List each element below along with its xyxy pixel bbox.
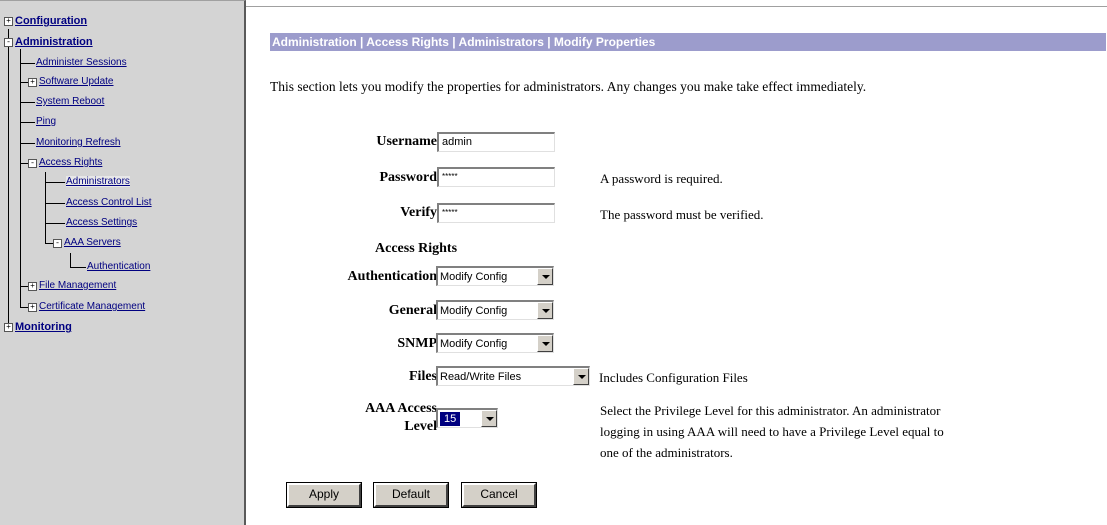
snmp-label: SNMP: [397, 336, 437, 351]
chevron-down-icon[interactable]: [537, 268, 553, 285]
divider: [246, 6, 1107, 7]
tree-item-certificate-management[interactable]: + Certificate Management: [28, 300, 145, 314]
tree-line: [70, 253, 71, 267]
expand-icon[interactable]: +: [28, 282, 37, 291]
tree-item-access-settings[interactable]: Access Settings: [66, 216, 137, 230]
snmp-select[interactable]: Modify Config: [436, 333, 554, 353]
authentication-label: Authentication: [347, 269, 437, 284]
tree-item-software-update[interactable]: + Software Update: [28, 75, 114, 89]
files-select[interactable]: Read/Write Files: [436, 366, 590, 386]
tree-item-ping[interactable]: Ping: [36, 115, 56, 129]
files-note: Includes Configuration Files: [599, 370, 748, 385]
files-label: Files: [409, 369, 437, 384]
tree-item-file-management[interactable]: + File Management: [28, 279, 116, 293]
tree-item-monitoring[interactable]: + Monitoring: [4, 320, 72, 334]
tree-item-authentication[interactable]: Authentication: [87, 260, 150, 274]
aaa-note: Select the Privilege Level for this admi…: [600, 403, 944, 460]
access-rights-heading: Access Rights: [375, 241, 458, 256]
expand-icon[interactable]: +: [28, 303, 37, 312]
content-panel: Administration | Access Rights | Adminis…: [246, 0, 1107, 525]
tree-item-aaa-servers[interactable]: - AAA Servers: [53, 236, 121, 250]
general-select[interactable]: Modify Config: [436, 300, 554, 320]
cancel-button[interactable]: Cancel: [461, 482, 537, 508]
chevron-down-icon[interactable]: [573, 368, 589, 385]
password-note: A password is required.: [600, 171, 723, 186]
tree-item-administration[interactable]: - Administration: [4, 35, 93, 49]
chevron-down-icon[interactable]: [481, 410, 497, 427]
password-label: Password: [379, 170, 437, 185]
chevron-down-icon[interactable]: [537, 335, 553, 352]
expand-icon[interactable]: +: [4, 17, 13, 26]
username-field[interactable]: admin: [437, 132, 555, 152]
username-label: Username: [376, 134, 437, 149]
chevron-down-icon[interactable]: [537, 302, 553, 319]
collapse-icon[interactable]: -: [4, 38, 13, 47]
collapse-icon[interactable]: -: [28, 159, 37, 168]
tree-item-access-rights[interactable]: - Access Rights: [28, 156, 102, 170]
tree-item-administrators[interactable]: Administrators: [66, 175, 130, 189]
navigation-tree: + Configuration - Administration Adminis…: [0, 0, 246, 525]
verify-password-field[interactable]: *****: [437, 203, 555, 223]
apply-button[interactable]: Apply: [286, 482, 362, 508]
tree-line: [20, 49, 21, 307]
tree-item-access-control-list[interactable]: Access Control List: [66, 196, 152, 210]
tree-item-administer-sessions[interactable]: Administer Sessions: [36, 56, 127, 70]
aaa-level-label: Level: [404, 419, 437, 434]
tree-line: [8, 29, 9, 327]
general-label: General: [388, 303, 437, 318]
tree-item-system-reboot[interactable]: System Reboot: [36, 95, 104, 109]
tree-item-monitoring-refresh[interactable]: Monitoring Refresh: [36, 136, 120, 150]
verify-label: Verify: [400, 205, 437, 220]
tree-item-configuration[interactable]: + Configuration: [4, 14, 87, 28]
aaa-privilege-level-select[interactable]: 15: [436, 408, 498, 428]
verify-note: The password must be verified.: [600, 207, 764, 222]
aaa-access-label: AAA Access: [365, 401, 437, 416]
tree-item-label: Administration: [15, 36, 93, 48]
tree-item-label: Configuration: [15, 15, 88, 27]
expand-icon[interactable]: +: [28, 78, 37, 87]
page-description: This section lets you modify the propert…: [270, 79, 867, 94]
expand-icon[interactable]: +: [4, 323, 13, 332]
collapse-icon[interactable]: -: [53, 239, 62, 248]
default-button[interactable]: Default: [373, 482, 449, 508]
authentication-select[interactable]: Modify Config: [436, 266, 554, 286]
password-field[interactable]: *****: [437, 167, 555, 187]
breadcrumb: Administration | Access Rights | Adminis…: [270, 33, 1106, 51]
